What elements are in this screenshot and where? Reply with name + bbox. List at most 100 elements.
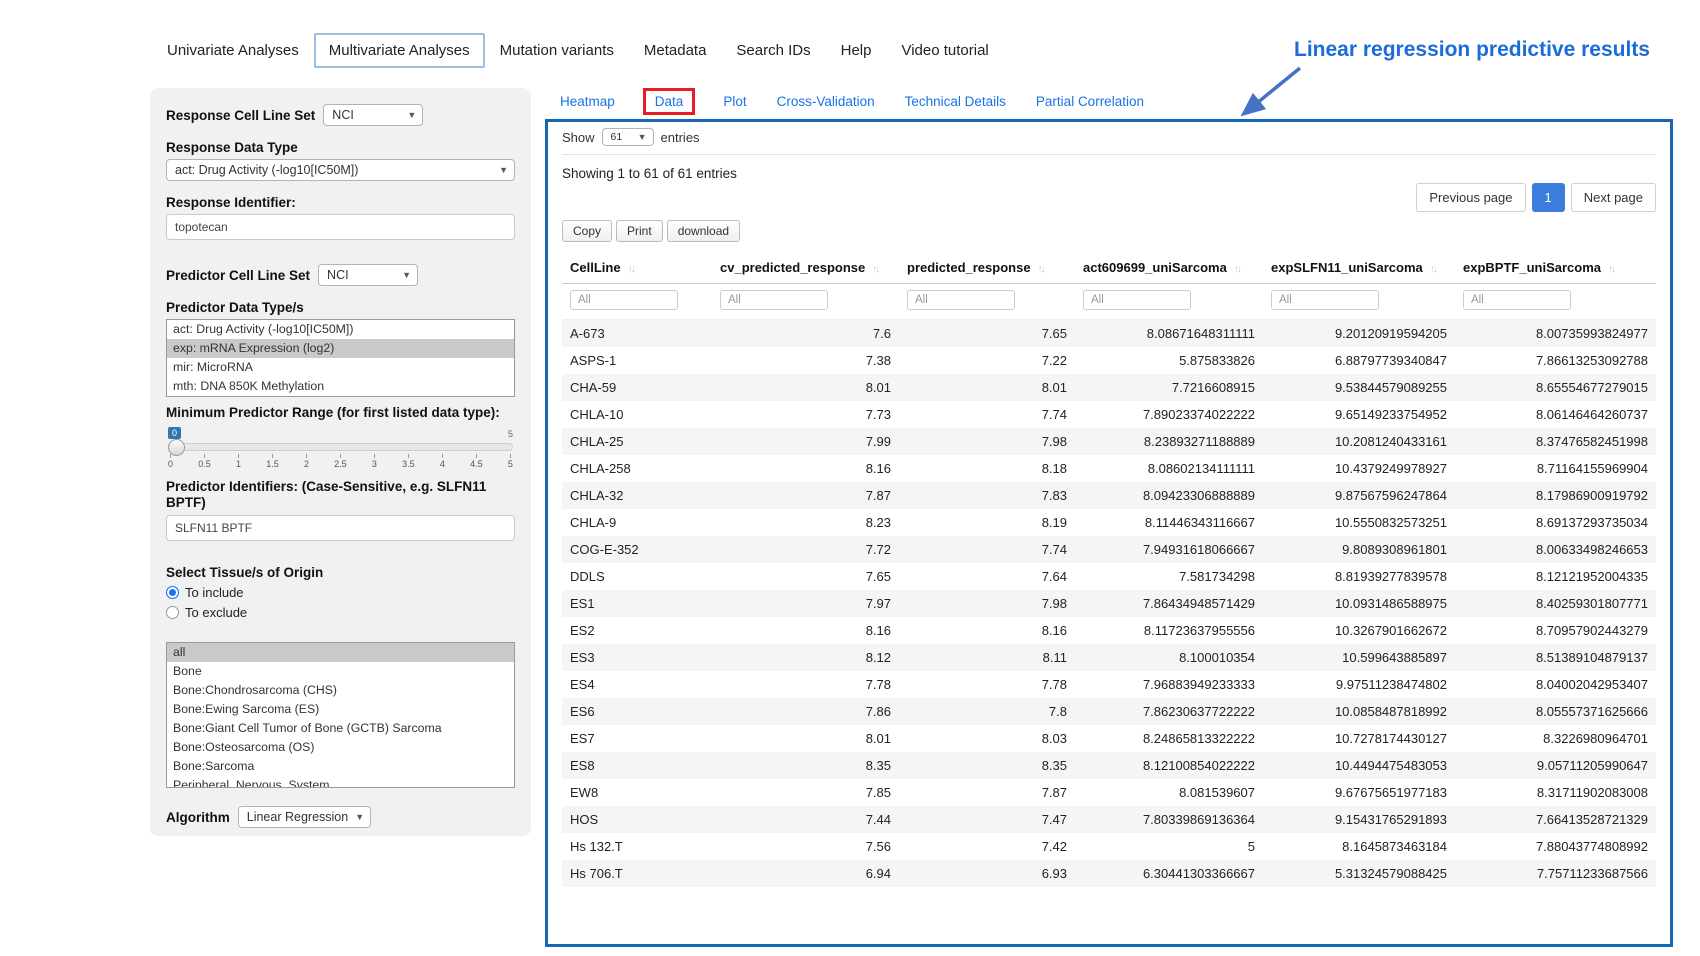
nav-item-univariate-analyses[interactable]: Univariate Analyses bbox=[152, 33, 314, 68]
listbox-option-bone-chondrosarcoma-chs[interactable]: Bone:Chondrosarcoma (CHS) bbox=[167, 681, 514, 700]
tab-partial-correlation[interactable]: Partial Correlation bbox=[1034, 90, 1146, 113]
current-page-button[interactable]: 1 bbox=[1532, 183, 1565, 212]
cell-value: 8.70957902443279 bbox=[1455, 617, 1656, 644]
column-header-predicted-response[interactable]: predicted_response↑↓ bbox=[899, 252, 1075, 284]
filter-input-act609699-unisarcoma[interactable] bbox=[1083, 290, 1191, 310]
response-identifier-input[interactable] bbox=[166, 214, 515, 240]
predictor-identifiers-input[interactable] bbox=[166, 515, 515, 541]
entries-count-select[interactable]: 61 ▼ bbox=[602, 128, 654, 146]
next-page-button[interactable]: Next page bbox=[1571, 183, 1656, 212]
table-row: CHLA-327.877.838.094233068888899.8756759… bbox=[562, 482, 1656, 509]
listbox-option-bone-sarcoma[interactable]: Bone:Sarcoma bbox=[167, 757, 514, 776]
cell-value: 7.47 bbox=[899, 806, 1075, 833]
cell-line-name: ES6 bbox=[562, 698, 712, 725]
filter-input-expbptf-unisarcoma[interactable] bbox=[1463, 290, 1571, 310]
listbox-option-peripheral-nervous-system[interactable]: Peripheral_Nervous_System bbox=[167, 776, 514, 788]
sort-icon[interactable]: ↑↓ bbox=[872, 264, 878, 275]
filter-input-cv-predicted-response[interactable] bbox=[720, 290, 828, 310]
tab-data[interactable]: Data bbox=[643, 88, 696, 115]
copy-button[interactable]: Copy bbox=[562, 220, 612, 242]
cell-value: 8.03 bbox=[899, 725, 1075, 752]
cell-value: 8.06146464260737 bbox=[1455, 401, 1656, 428]
nav-item-video-tutorial[interactable]: Video tutorial bbox=[886, 33, 1003, 68]
tick-label: 3.5 bbox=[402, 459, 415, 469]
radio-label: To include bbox=[185, 585, 244, 600]
listbox-option-bone-osteosarcoma-os[interactable]: Bone:Osteosarcoma (OS) bbox=[167, 738, 514, 757]
filter-input-cellline[interactable] bbox=[570, 290, 678, 310]
nav-item-mutation-variants[interactable]: Mutation variants bbox=[485, 33, 629, 68]
sort-icon[interactable]: ↑↓ bbox=[628, 264, 634, 275]
cell-value: 7.64 bbox=[899, 563, 1075, 590]
cell-value: 7.581734298 bbox=[1075, 563, 1263, 590]
cell-line-name: CHA-59 bbox=[562, 374, 712, 401]
listbox-option-mth-dna-850k-methylation[interactable]: mth: DNA 850K Methylation bbox=[167, 377, 514, 396]
filter-input-predicted-response[interactable] bbox=[907, 290, 1015, 310]
nav-item-search-ids[interactable]: Search IDs bbox=[721, 33, 825, 68]
nav-item-metadata[interactable]: Metadata bbox=[629, 33, 722, 68]
predictor-cell-line-set-select[interactable]: NCI ▼ bbox=[318, 264, 418, 286]
print-button[interactable]: Print bbox=[616, 220, 663, 242]
cell-value: 8.08602134111111 bbox=[1075, 455, 1263, 482]
filter-input-expslfn11-unisarcoma[interactable] bbox=[1271, 290, 1379, 310]
listbox-option-bone[interactable]: Bone bbox=[167, 662, 514, 681]
response-data-type-select[interactable]: act: Drug Activity (-log10[IC50M]) ▼ bbox=[166, 159, 515, 181]
table-row: ES17.977.987.8643494857142910.0931486588… bbox=[562, 590, 1656, 617]
cell-value: 9.87567596247864 bbox=[1263, 482, 1455, 509]
listbox-option-mir-microrna[interactable]: mir: MicroRNA bbox=[167, 358, 514, 377]
listbox-option-bone-giant-cell-tumor-of-bone-gctb-sarcoma[interactable]: Bone:Giant Cell Tumor of Bone (GCTB) Sar… bbox=[167, 719, 514, 738]
sort-icon[interactable]: ↑↓ bbox=[1234, 264, 1240, 275]
download-button[interactable]: download bbox=[667, 220, 740, 242]
radio-to-exclude[interactable]: To exclude bbox=[166, 605, 515, 620]
cell-value: 9.15431765291893 bbox=[1263, 806, 1455, 833]
slider-tick: 3 bbox=[372, 454, 377, 469]
nav-item-multivariate-analyses[interactable]: Multivariate Analyses bbox=[314, 33, 485, 68]
response-cell-line-set-value: NCI bbox=[332, 108, 354, 122]
chevron-down-icon: ▼ bbox=[499, 165, 508, 175]
tab-cross-validation[interactable]: Cross-Validation bbox=[775, 90, 877, 113]
column-header-act609699-unisarcoma[interactable]: act609699_uniSarcoma ↑↓ bbox=[1075, 252, 1263, 284]
nav-item-help[interactable]: Help bbox=[826, 33, 887, 68]
radio-to-include[interactable]: To include bbox=[166, 585, 515, 600]
column-label: expSLFN11_uniSarcoma bbox=[1271, 260, 1423, 275]
cell-value: 8.1645873463184 bbox=[1263, 833, 1455, 860]
chevron-down-icon: ▼ bbox=[638, 132, 647, 142]
cell-value: 10.0858487818992 bbox=[1263, 698, 1455, 725]
column-header-cellline[interactable]: CellLine↑↓ bbox=[562, 252, 712, 284]
column-label: act609699_uniSarcoma bbox=[1083, 260, 1227, 275]
cell-line-name: ES3 bbox=[562, 644, 712, 671]
response-cell-line-set-select[interactable]: NCI ▼ bbox=[323, 104, 423, 126]
tab-heatmap[interactable]: Heatmap bbox=[558, 90, 617, 113]
min-range-slider[interactable]: 0 5 00.511.522.533.544.55 bbox=[168, 443, 513, 469]
radio-icon bbox=[166, 606, 179, 619]
tick-mark bbox=[374, 454, 375, 458]
listbox-option-exp-mrna-expression-log2[interactable]: exp: mRNA Expression (log2) bbox=[167, 339, 514, 358]
previous-page-button[interactable]: Previous page bbox=[1416, 183, 1525, 212]
cell-value: 7.86613253092788 bbox=[1455, 347, 1656, 374]
cell-value: 7.94931618066667 bbox=[1075, 536, 1263, 563]
sort-icon[interactable]: ↑↓ bbox=[1608, 264, 1614, 275]
column-header-expslfn11-unisarcoma[interactable]: expSLFN11_uniSarcoma ↑↓ bbox=[1263, 252, 1455, 284]
cell-value: 7.44 bbox=[712, 806, 899, 833]
cell-line-name: CHLA-32 bbox=[562, 482, 712, 509]
cell-value: 7.73 bbox=[712, 401, 899, 428]
listbox-option-act-drug-activity-log10-ic50m[interactable]: act: Drug Activity (-log10[IC50M]) bbox=[167, 320, 514, 339]
slider-track[interactable] bbox=[168, 443, 513, 451]
column-header-cv-predicted-response[interactable]: cv_predicted_response↑↓ bbox=[712, 252, 899, 284]
tab-technical-details[interactable]: Technical Details bbox=[903, 90, 1008, 113]
slider-handle[interactable] bbox=[168, 439, 185, 456]
listbox-option-bone-ewing-sarcoma-es[interactable]: Bone:Ewing Sarcoma (ES) bbox=[167, 700, 514, 719]
predictor-data-type-listbox: act: Drug Activity (-log10[IC50M])exp: m… bbox=[166, 319, 515, 397]
tab-plot[interactable]: Plot bbox=[721, 90, 748, 113]
cell-value: 9.65149233754952 bbox=[1263, 401, 1455, 428]
cell-value: 8.16 bbox=[712, 617, 899, 644]
filter-cell bbox=[712, 284, 899, 320]
table-row: ES28.168.168.1172363795555610.3267901662… bbox=[562, 617, 1656, 644]
algorithm-select[interactable]: Linear Regression ▼ bbox=[238, 806, 371, 828]
column-header-expbptf-unisarcoma[interactable]: expBPTF_uniSarcoma↑↓ bbox=[1455, 252, 1656, 284]
sort-icon[interactable]: ↑↓ bbox=[1038, 264, 1044, 275]
tissue-origin-label: Select Tissue/s of Origin bbox=[166, 565, 515, 580]
listbox-option-all[interactable]: all bbox=[167, 643, 514, 662]
cell-value: 8.81939277839578 bbox=[1263, 563, 1455, 590]
sort-icon[interactable]: ↑↓ bbox=[1430, 264, 1436, 275]
cell-value: 10.5550832573251 bbox=[1263, 509, 1455, 536]
